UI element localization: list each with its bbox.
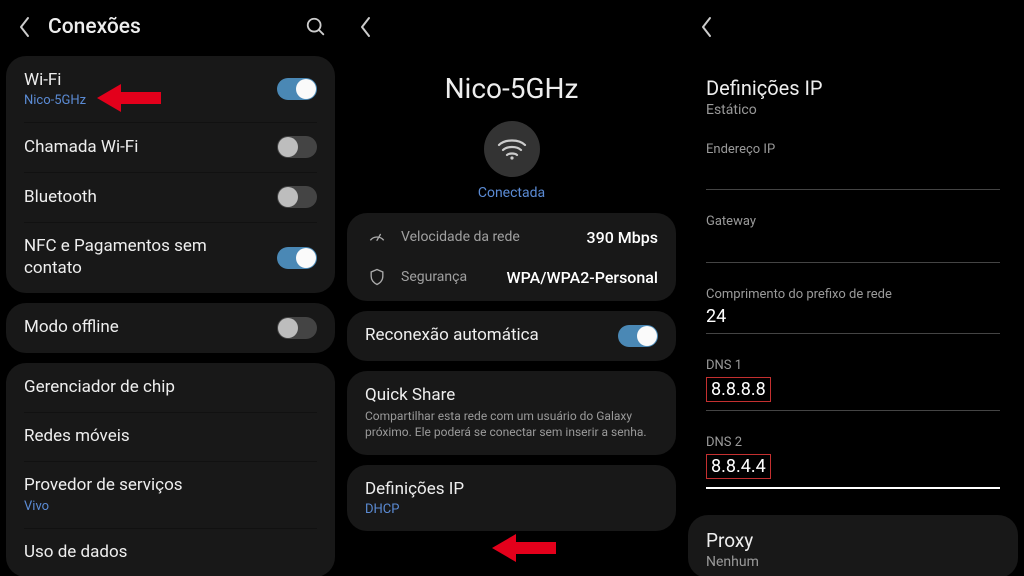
sim-manager-label: Gerenciador de chip xyxy=(24,377,317,398)
service-provider-value: Vivo xyxy=(24,499,317,514)
back-icon[interactable] xyxy=(696,16,718,38)
ip-settings-card[interactable]: Definições IP DHCP xyxy=(347,465,676,531)
wifi-network: Nico-5GHz xyxy=(24,93,267,108)
wifi-row[interactable]: Wi-Fi Nico-5GHz xyxy=(6,56,335,122)
ip-definitions-mode: Estático xyxy=(706,102,1000,118)
security-value: WPA/WPA2-Personal xyxy=(507,268,658,287)
nfc-row[interactable]: NFC e Pagamentos sem contato xyxy=(6,222,335,293)
proxy-card[interactable]: Proxy Nenhum xyxy=(688,515,1018,576)
connection-status: Conectada xyxy=(341,185,682,201)
bluetooth-row[interactable]: Bluetooth xyxy=(6,172,335,222)
dns1-label: DNS 1 xyxy=(706,358,1000,373)
wifi-calling-label: Chamada Wi-Fi xyxy=(24,137,267,158)
bluetooth-label: Bluetooth xyxy=(24,187,267,208)
mobile-networks-label: Redes móveis xyxy=(24,426,317,447)
search-icon[interactable] xyxy=(305,16,327,38)
auto-reconnect-row[interactable]: Reconexão automática xyxy=(347,311,676,361)
speed-row: Velocidade da rede 390 Mbps xyxy=(347,217,676,257)
mobile-networks-row[interactable]: Redes móveis xyxy=(6,412,335,461)
network-name: Nico-5GHz xyxy=(341,72,682,105)
page-title: Conexões xyxy=(48,15,141,39)
dns2-value: 8.8.4.4 xyxy=(706,454,771,479)
shield-icon xyxy=(365,267,389,287)
bluetooth-toggle[interactable] xyxy=(277,186,317,208)
proxy-label: Proxy xyxy=(706,529,1000,553)
wifi-calling-toggle[interactable] xyxy=(277,136,317,158)
airplane-label: Modo offline xyxy=(24,317,267,338)
back-icon[interactable] xyxy=(14,16,36,38)
ip-address-label: Endereço IP xyxy=(706,142,1000,157)
wifi-toggle[interactable] xyxy=(277,78,317,100)
data-usage-label: Uso de dados xyxy=(24,542,317,563)
ip-settings-value: DHCP xyxy=(365,502,658,517)
quickshare-label: Quick Share xyxy=(365,385,658,406)
airplane-card: Modo offline xyxy=(6,303,335,353)
security-label: Segurança xyxy=(401,269,507,285)
wifi-calling-row[interactable]: Chamada Wi-Fi xyxy=(6,122,335,172)
airplane-toggle[interactable] xyxy=(277,317,317,339)
network-info-card: Velocidade da rede 390 Mbps Segurança WP… xyxy=(347,213,676,301)
auto-reconnect-toggle[interactable] xyxy=(618,325,658,347)
auto-reconnect-card: Reconexão automática xyxy=(347,311,676,361)
speed-value: 390 Mbps xyxy=(587,228,658,247)
dns1-value: 8.8.8.8 xyxy=(706,377,771,402)
more-card: Gerenciador de chip Redes móveis Provedo… xyxy=(6,363,335,576)
nfc-label: NFC e Pagamentos sem contato xyxy=(24,236,267,279)
ip-address-field[interactable]: Endereço IP xyxy=(706,142,1000,190)
dns2-field[interactable]: DNS 2 8.8.4.4 xyxy=(706,435,1000,489)
ip-definitions-title: Definições IP xyxy=(706,76,1000,100)
data-usage-row[interactable]: Uso de dados xyxy=(6,528,335,576)
wifi-icon xyxy=(484,121,540,177)
ip-address-value xyxy=(706,161,796,183)
nfc-toggle[interactable] xyxy=(277,247,317,269)
speed-icon xyxy=(365,227,389,247)
wifi-label: Wi-Fi xyxy=(24,70,267,91)
quickshare-card[interactable]: Quick Share Compartilhar esta rede com u… xyxy=(347,371,676,455)
dns2-label: DNS 2 xyxy=(706,435,1000,450)
service-provider-row[interactable]: Provedor de serviços Vivo xyxy=(6,461,335,527)
gateway-field[interactable]: Gateway xyxy=(706,214,1000,262)
gateway-label: Gateway xyxy=(706,214,1000,229)
airplane-row[interactable]: Modo offline xyxy=(6,303,335,353)
security-row: Segurança WPA/WPA2-Personal xyxy=(347,257,676,297)
service-provider-label: Provedor de serviços xyxy=(24,475,317,496)
sim-manager-row[interactable]: Gerenciador de chip xyxy=(6,363,335,412)
gateway-value xyxy=(706,234,776,256)
back-icon[interactable] xyxy=(355,16,377,38)
speed-label: Velocidade da rede xyxy=(401,229,587,245)
auto-reconnect-label: Reconexão automática xyxy=(365,325,608,346)
prefix-field[interactable]: Comprimento do prefixo de rede 24 xyxy=(706,287,1000,334)
prefix-value: 24 xyxy=(706,302,1000,334)
ip-settings-label: Definições IP xyxy=(365,479,658,500)
prefix-label: Comprimento do prefixo de rede xyxy=(706,287,1000,302)
dns1-field[interactable]: DNS 1 8.8.8.8 xyxy=(706,358,1000,411)
connectivity-card: Wi-Fi Nico-5GHz Chamada Wi-Fi Bluetooth … xyxy=(6,56,335,293)
proxy-value: Nenhum xyxy=(706,554,1000,570)
quickshare-description: Compartilhar esta rede com um usuário do… xyxy=(365,408,658,440)
